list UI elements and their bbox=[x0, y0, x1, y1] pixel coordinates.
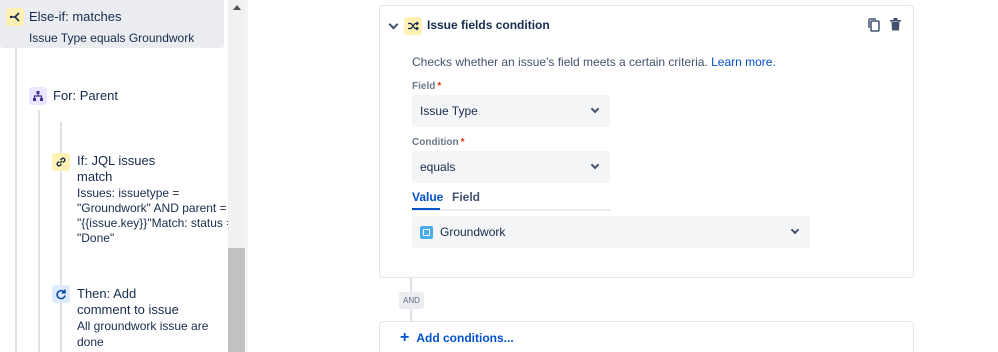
add-conditions-label: Add conditions... bbox=[416, 331, 514, 345]
then-add-sub: All groundwork issue are bbox=[77, 319, 209, 333]
link-icon bbox=[52, 153, 70, 171]
tab-field[interactable]: Field bbox=[452, 190, 480, 204]
elseif-subtitle: Issue Type equals Groundwork bbox=[29, 31, 195, 45]
field-select[interactable]: Issue Type bbox=[412, 95, 610, 127]
if-jql-sub: Issues: issuetype = bbox=[77, 186, 180, 200]
connector-line bbox=[410, 278, 412, 292]
chevron-down-icon bbox=[790, 225, 800, 235]
required-mark: * bbox=[437, 81, 442, 92]
scrollbar-thumb[interactable] bbox=[228, 248, 245, 352]
value-select[interactable]: Groundwork bbox=[412, 216, 810, 248]
hierarchy-icon bbox=[29, 87, 47, 105]
issue-type-icon bbox=[420, 225, 433, 239]
if-jql-title-2[interactable]: match bbox=[77, 169, 112, 185]
if-jql-sub: "{{issue.key}}"Match: status = bbox=[77, 216, 234, 230]
trash-icon[interactable] bbox=[890, 18, 901, 36]
description-text: Checks whether an issue's field meets a … bbox=[412, 55, 708, 69]
field-label-text: Field bbox=[412, 81, 436, 92]
scroll-up-arrow-icon[interactable] bbox=[233, 5, 241, 10]
field-select-value: Issue Type bbox=[420, 104, 478, 118]
if-jql-title-1[interactable]: If: JQL issues bbox=[77, 153, 155, 169]
if-jql-sub: "Done" bbox=[77, 231, 115, 245]
then-add-sub: done bbox=[77, 335, 104, 349]
then-add-title-2[interactable]: comment to issue bbox=[77, 302, 179, 318]
condition-label-text: Condition bbox=[412, 137, 459, 148]
condition-title: Issue fields condition bbox=[427, 18, 550, 32]
copy-icon[interactable] bbox=[868, 18, 880, 37]
active-tab-indicator bbox=[412, 208, 440, 210]
chevron-down-icon bbox=[590, 104, 600, 114]
then-add-title-1[interactable]: Then: Add bbox=[77, 286, 136, 302]
condition-label: Condition * bbox=[412, 137, 465, 148]
tab-value[interactable]: Value bbox=[412, 190, 443, 204]
condition-select[interactable]: equals bbox=[412, 151, 610, 183]
branch-icon bbox=[6, 8, 24, 26]
learn-more-link[interactable]: Learn more. bbox=[711, 55, 776, 69]
field-label: Field * bbox=[412, 81, 441, 92]
add-conditions-button[interactable]: + Add conditions... bbox=[400, 329, 514, 346]
chevron-down-icon bbox=[590, 160, 600, 170]
panel-divider bbox=[245, 0, 248, 352]
refresh-icon bbox=[52, 285, 70, 303]
tree-line bbox=[15, 48, 17, 352]
shuffle-icon bbox=[404, 17, 422, 35]
value-select-text: Groundwork bbox=[440, 225, 506, 239]
plus-icon: + bbox=[400, 329, 410, 346]
for-parent-title[interactable]: For: Parent bbox=[53, 88, 118, 104]
condition-select-value: equals bbox=[420, 160, 456, 174]
tree-line bbox=[38, 110, 40, 352]
rule-tree-panel: Else-if: matches Issue Type equals Groun… bbox=[0, 0, 248, 352]
and-badge: AND bbox=[399, 292, 424, 309]
elseif-title: Else-if: matches bbox=[29, 9, 122, 24]
required-mark: * bbox=[460, 137, 465, 148]
condition-description: Checks whether an issue's field meets a … bbox=[412, 55, 776, 69]
if-jql-sub: "Groundwork" AND parent = bbox=[77, 201, 227, 215]
connector-line bbox=[410, 309, 412, 321]
tabs-underline bbox=[412, 209, 610, 211]
